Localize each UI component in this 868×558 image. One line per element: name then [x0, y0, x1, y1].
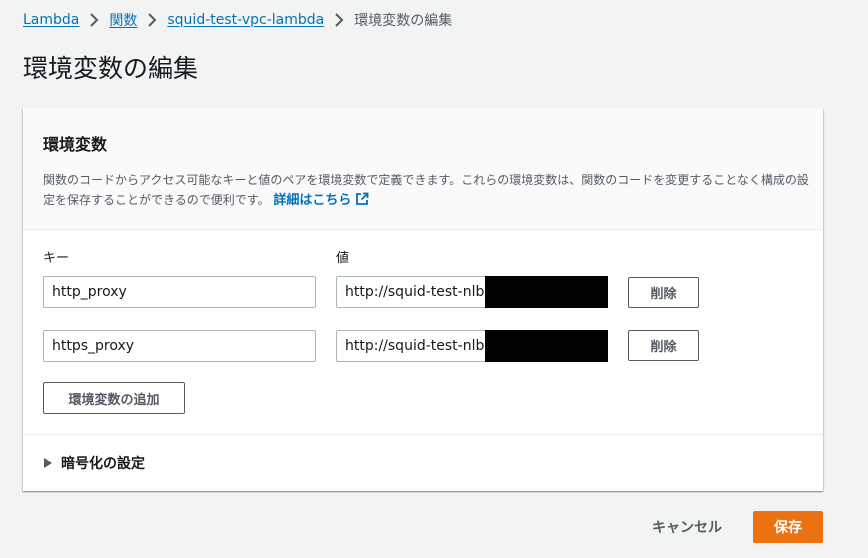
caret-right-icon — [44, 458, 52, 468]
encryption-settings-label[interactable]: 暗号化の設定 — [61, 453, 145, 473]
key-input-2[interactable]: https_proxy — [43, 330, 316, 362]
divider — [23, 434, 823, 435]
env-vars-panel: 環境変数 関数のコードからアクセス可能なキーと値のペアを環境変数で定義できます。… — [23, 108, 823, 491]
external-link-icon — [355, 192, 369, 206]
breadcrumb-lambda[interactable]: Lambda — [23, 12, 79, 28]
breadcrumb-function-name[interactable]: squid-test-vpc-lambda — [167, 12, 324, 28]
redaction-block — [485, 330, 608, 362]
panel-header: 環境変数 関数のコードからアクセス可能なキーと値のペアを環境変数で定義できます。… — [23, 108, 823, 230]
learn-more-label[interactable]: 詳細はこちら — [273, 193, 351, 208]
encryption-settings-expander[interactable]: 暗号化の設定 — [43, 453, 145, 473]
value-column-label: 値 — [336, 251, 350, 266]
save-button[interactable]: 保存 — [753, 511, 823, 543]
breadcrumb-current: 環境変数の編集 — [354, 13, 453, 29]
chevron-right-icon — [79, 13, 109, 27]
cancel-button[interactable]: キャンセル — [640, 511, 734, 543]
chevron-right-icon — [137, 13, 167, 27]
learn-more-link[interactable]: 詳細はこちら — [273, 192, 369, 208]
add-env-var-button[interactable]: 環境変数の追加 — [43, 382, 185, 414]
panel-title: 環境変数 — [43, 135, 108, 154]
breadcrumb: Lambda 関数 squid-test-vpc-lambda 環境変数の編集 — [23, 10, 452, 30]
breadcrumb-functions[interactable]: 関数 — [109, 10, 137, 30]
remove-button-2[interactable]: 削除 — [628, 330, 699, 361]
panel-description: 関数のコードからアクセス可能なキーと値のペアを環境変数で定義できます。これらの環… — [43, 170, 813, 211]
page-title: 環境変数の編集 — [23, 54, 199, 83]
description-text: 関数のコードからアクセス可能なキーと値のペアを環境変数で定義できます。これらの環… — [43, 173, 809, 207]
chevron-right-icon — [324, 13, 354, 27]
key-column-label: キー — [43, 251, 70, 266]
remove-button-1[interactable]: 削除 — [628, 277, 699, 308]
key-input-1[interactable]: http_proxy — [43, 276, 316, 308]
redaction-block — [485, 276, 608, 308]
